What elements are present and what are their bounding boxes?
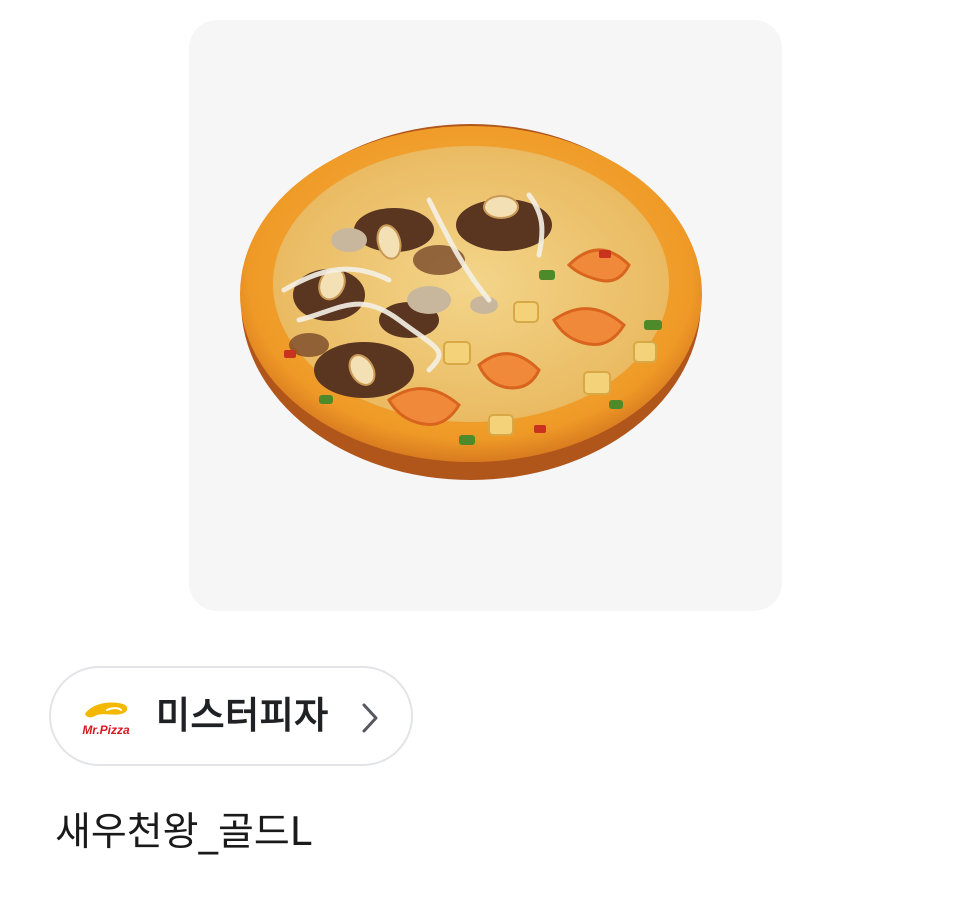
product-page: Mr.Pizza 미스터피자 새우천왕_골드L xyxy=(0,0,970,908)
product-image-card[interactable] xyxy=(189,20,782,611)
product-title: 새우천왕_골드L xyxy=(55,810,312,855)
brand-name: 미스터피자 xyxy=(156,694,329,737)
svg-text:Mr.Pizza: Mr.Pizza xyxy=(82,723,130,737)
pizza-image xyxy=(240,124,702,480)
mr-pizza-logo: Mr.Pizza xyxy=(77,696,135,740)
brand-store-link[interactable]: Mr.Pizza 미스터피자 xyxy=(49,666,413,766)
chevron-right-icon xyxy=(357,699,383,737)
